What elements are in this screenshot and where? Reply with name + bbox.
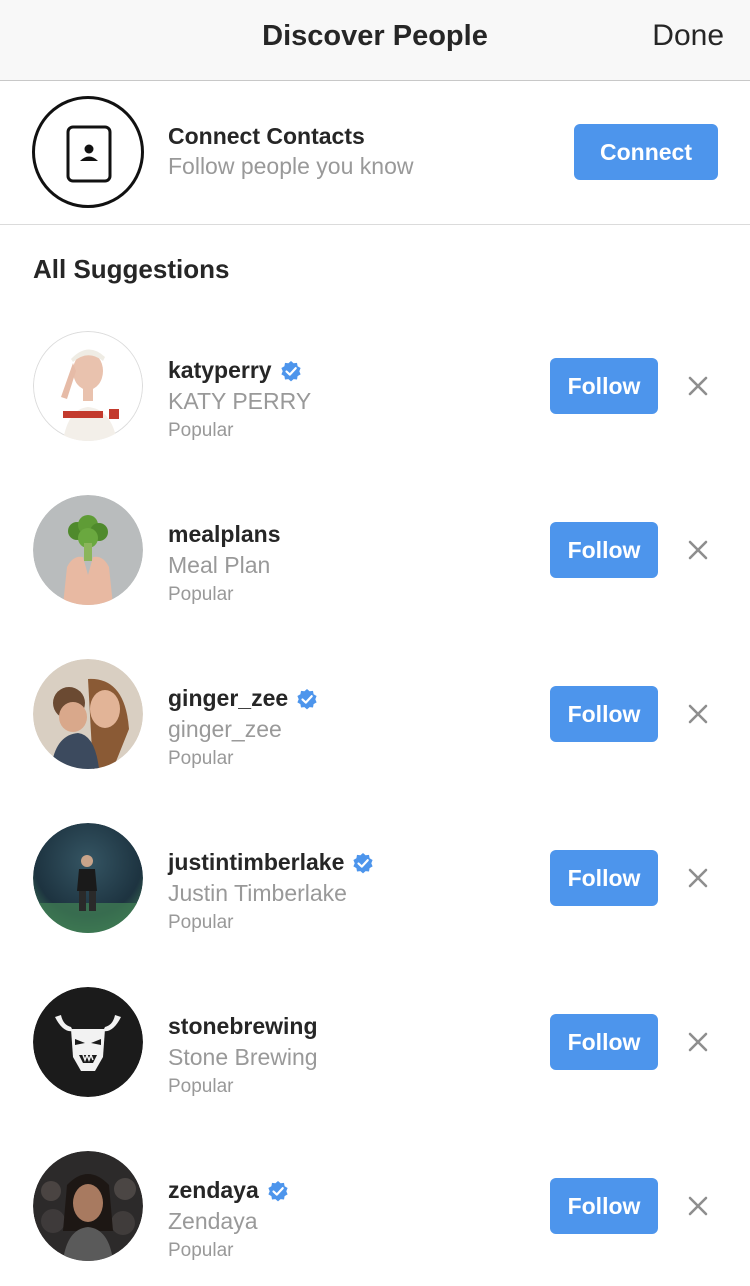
profile-photo-justintimberlake[interactable] bbox=[33, 823, 143, 933]
follow-button[interactable]: Follow bbox=[550, 850, 658, 906]
suggestion-reason: Popular bbox=[168, 584, 234, 605]
username[interactable]: mealplans bbox=[168, 521, 281, 548]
follow-button[interactable]: Follow bbox=[550, 686, 658, 742]
connect-contacts-subtitle: Follow people you know bbox=[168, 153, 414, 179]
follow-button[interactable]: Follow bbox=[550, 1178, 658, 1234]
suggestion-reason: Popular bbox=[168, 912, 234, 933]
contact-card-icon bbox=[32, 96, 144, 208]
suggestion-row[interactable]: zendaya Zendaya Popular Follow bbox=[0, 1142, 750, 1286]
follow-button[interactable]: Follow bbox=[550, 522, 658, 578]
suggestion-reason: Popular bbox=[168, 1240, 234, 1261]
full-name: Zendaya bbox=[168, 1208, 258, 1234]
close-icon[interactable] bbox=[686, 538, 710, 562]
username[interactable]: zendaya bbox=[168, 1177, 259, 1204]
done-button[interactable]: Done bbox=[652, 19, 724, 53]
suggestions-list: katyperry KATY PERRY Popular Follow meal… bbox=[0, 322, 750, 1286]
suggestion-row[interactable]: katyperry KATY PERRY Popular Follow bbox=[0, 322, 750, 486]
full-name: Justin Timberlake bbox=[168, 880, 347, 906]
close-icon[interactable] bbox=[686, 702, 710, 726]
suggestion-row[interactable]: ginger_zee ginger_zee Popular Follow bbox=[0, 650, 750, 814]
suggestion-reason: Popular bbox=[168, 748, 234, 769]
verified-badge-icon bbox=[280, 360, 301, 381]
username[interactable]: justintimberlake bbox=[168, 849, 344, 876]
close-icon[interactable] bbox=[686, 1030, 710, 1054]
connect-contacts-row: Connect Contacts Follow people you know … bbox=[0, 81, 750, 225]
suggestion-reason: Popular bbox=[168, 420, 234, 441]
section-title: All Suggestions bbox=[33, 254, 230, 284]
follow-button[interactable]: Follow bbox=[550, 1014, 658, 1070]
page-title: Discover People bbox=[262, 20, 488, 52]
close-icon[interactable] bbox=[686, 1194, 710, 1218]
follow-button[interactable]: Follow bbox=[550, 358, 658, 414]
verified-badge-icon bbox=[353, 852, 373, 873]
username[interactable]: katyperry bbox=[168, 357, 272, 384]
verified-badge-icon bbox=[297, 688, 317, 709]
profile-photo-mealplans[interactable] bbox=[33, 495, 143, 605]
suggestion-row[interactable]: stonebrewing Stone Brewing Popular Follo… bbox=[0, 978, 750, 1142]
username[interactable]: stonebrewing bbox=[168, 1013, 318, 1040]
full-name: ginger_zee bbox=[168, 716, 282, 742]
suggestion-reason: Popular bbox=[168, 1076, 234, 1097]
verified-badge-icon bbox=[268, 1180, 288, 1201]
profile-photo-ginger-zee[interactable] bbox=[33, 659, 143, 769]
suggestion-row[interactable]: justintimberlake Justin Timberlake Popul… bbox=[0, 814, 750, 978]
username[interactable]: ginger_zee bbox=[168, 685, 288, 712]
full-name: Meal Plan bbox=[168, 552, 271, 578]
close-icon[interactable] bbox=[686, 374, 710, 398]
navigation-bar: Discover People Done bbox=[0, 0, 750, 81]
connect-button[interactable]: Connect bbox=[574, 124, 718, 180]
suggestion-row[interactable]: mealplans Meal Plan Popular Follow bbox=[0, 486, 750, 650]
close-icon[interactable] bbox=[686, 866, 710, 890]
full-name: KATY PERRY bbox=[168, 388, 312, 414]
profile-photo-katyperry[interactable] bbox=[33, 331, 143, 441]
connect-contacts-title: Connect Contacts bbox=[168, 123, 365, 149]
full-name: Stone Brewing bbox=[168, 1044, 318, 1070]
profile-photo-zendaya[interactable] bbox=[33, 1151, 143, 1261]
profile-photo-stonebrewing[interactable] bbox=[33, 987, 143, 1097]
